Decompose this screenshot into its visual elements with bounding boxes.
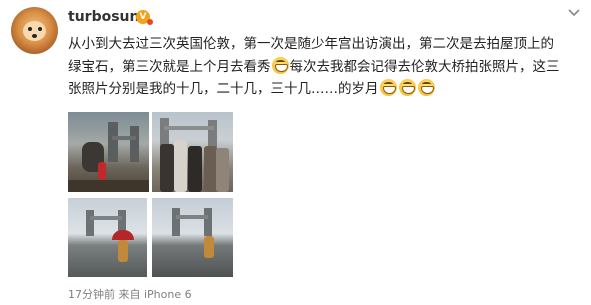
username[interactable]: turbosun bbox=[68, 9, 139, 25]
person bbox=[188, 146, 202, 192]
content-line-2-part-2: 每次去我都会记得去伦敦大桥拍张照片，这三 bbox=[289, 58, 560, 75]
photo-group-tower-bridge[interactable] bbox=[152, 112, 233, 192]
grin-emoji-icon bbox=[271, 56, 289, 74]
content-line-2-part-1: 绿宝石，第三次就是上个月去看秀 bbox=[68, 58, 271, 75]
photo-statue-tower-bridge[interactable] bbox=[68, 112, 149, 192]
bridge-walkway bbox=[90, 216, 122, 220]
chevron-down-icon[interactable] bbox=[566, 6, 582, 20]
bridge-tower bbox=[86, 210, 94, 236]
post-meta: 17分钟前 来自 iPhone 6 bbox=[68, 288, 192, 301]
avatar[interactable] bbox=[11, 7, 58, 54]
grin-emoji-icon bbox=[379, 79, 397, 96]
content-line-3-part-1: 张照片分别是我的十几，二十几，三十几……的岁月 bbox=[68, 81, 379, 97]
bridge-tower bbox=[204, 208, 212, 236]
grin-emoji-icon bbox=[417, 79, 435, 96]
post-content: 从小到大去过三次英国伦敦，第一次是随少年宫出访演出，第二次是去拍屋顶上的 绿宝石… bbox=[68, 33, 588, 101]
grin-emoji-icon bbox=[398, 79, 416, 96]
child-figure bbox=[204, 236, 214, 258]
content-line-1: 从小到大去过三次英国伦敦，第一次是随少年宫出访演出，第二次是去拍屋顶上的 bbox=[68, 36, 554, 52]
avatar-face bbox=[23, 21, 46, 41]
child-figure bbox=[118, 240, 128, 262]
ground bbox=[68, 180, 149, 192]
bridge-walkway bbox=[164, 126, 214, 130]
bridge-tower bbox=[172, 208, 180, 236]
vip-badge-icon[interactable]: V bbox=[136, 10, 153, 25]
avatar-nose bbox=[32, 34, 37, 38]
content-line-2: 绿宝石，第三次就是上个月去看秀 每次去我都会记得去伦敦大桥拍张照片，这三 bbox=[68, 56, 588, 79]
photo-child-umbrella-tower-bridge[interactable] bbox=[68, 198, 147, 277]
avatar-eye bbox=[28, 27, 32, 31]
bridge-tower bbox=[108, 122, 118, 162]
child-figure bbox=[98, 162, 106, 180]
bridge-tower bbox=[208, 120, 217, 148]
bridge-walkway bbox=[112, 136, 136, 140]
photo-child-tower-bridge[interactable] bbox=[152, 198, 233, 277]
bridge-walkway bbox=[176, 215, 208, 219]
person bbox=[160, 144, 174, 192]
avatar-eye bbox=[38, 27, 42, 31]
umbrella bbox=[112, 230, 134, 240]
content-line-3: 张照片分别是我的十几，二十几，三十几……的岁月 bbox=[68, 78, 588, 101]
bridge-tower bbox=[130, 126, 139, 162]
person bbox=[174, 140, 187, 192]
person bbox=[216, 148, 229, 192]
